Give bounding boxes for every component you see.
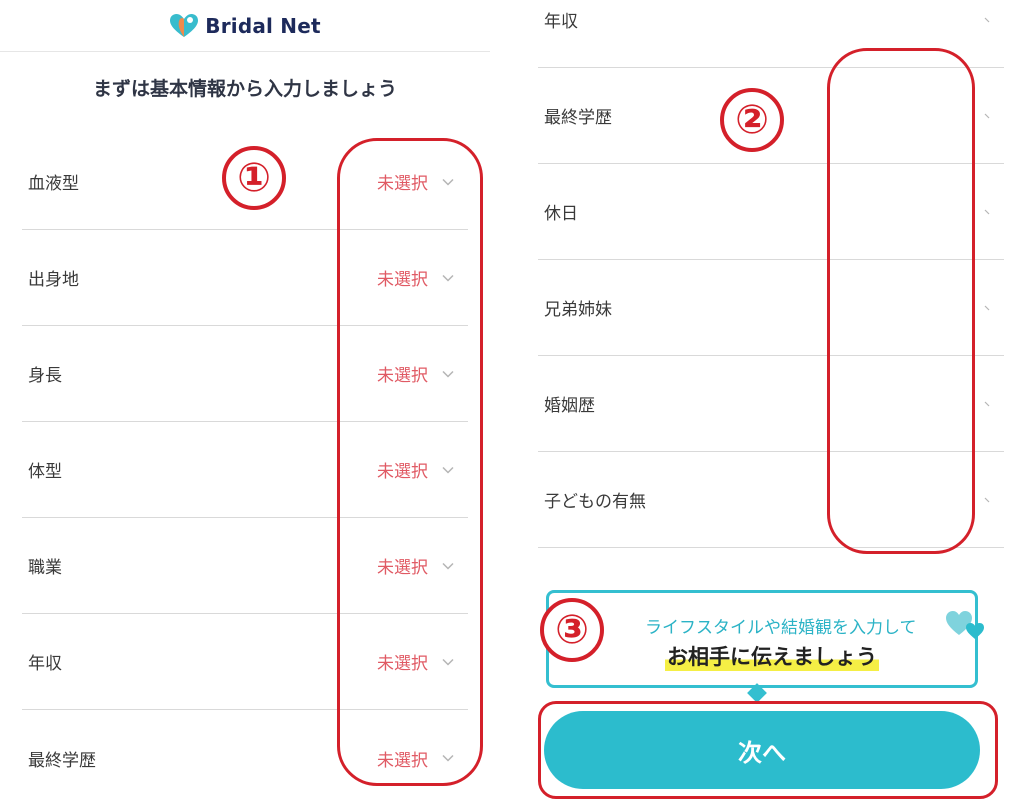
chevron-down-icon — [984, 209, 990, 214]
annotation-marker-1: ① — [222, 146, 286, 210]
field-label: 婚姻歴 — [544, 396, 595, 416]
tip-line-1: ライフスタイルや結婚観を入力して — [645, 618, 917, 638]
annotation-box-2 — [827, 48, 975, 554]
page-title: まずは基本情報から入力しましょう — [92, 78, 397, 100]
field-label: 出身地 — [28, 270, 79, 290]
field-label: 年収 — [28, 654, 62, 674]
field-label: 休日 — [544, 204, 578, 224]
field-label: 兄弟姉妹 — [544, 300, 612, 320]
right-screen: 年収 最終学歴 休日 兄弟姉妹 婚姻歴 子どもの有無 ライフスタイルや結婚観を入… — [520, 0, 1024, 808]
annotation-marker-2: ② — [720, 88, 784, 152]
field-label: 子どもの有無 — [544, 492, 646, 512]
annotation-box-3 — [538, 701, 998, 799]
left-screen: Bridal Net まずは基本情報から入力しましょう 血液型 未選択 出身地 … — [0, 0, 490, 808]
chevron-down-icon — [984, 17, 990, 22]
annotation-marker-3: ③ — [540, 598, 604, 662]
field-label: 職業 — [28, 558, 62, 578]
field-label: 体型 — [28, 462, 62, 482]
tip-bubble: ライフスタイルや結婚観を入力して お相手に伝えましょう — [546, 590, 984, 688]
annotation-box-1 — [337, 138, 483, 786]
header: Bridal Net — [0, 0, 490, 52]
field-label: 年収 — [544, 12, 578, 32]
field-label: 最終学歴 — [28, 750, 96, 771]
field-label: 血液型 — [28, 174, 79, 194]
hearts-icon — [946, 611, 984, 639]
field-label: 最終学歴 — [544, 108, 612, 128]
heart-logo-icon — [170, 13, 199, 37]
chevron-down-icon — [984, 305, 990, 310]
chevron-down-icon — [984, 113, 990, 118]
tip-line-2: お相手に伝えましょう — [665, 641, 879, 671]
app-logo-text: Bridal Net — [205, 13, 321, 38]
chevron-down-icon — [984, 497, 990, 502]
chevron-down-icon — [984, 401, 990, 406]
field-label: 身長 — [28, 366, 62, 386]
